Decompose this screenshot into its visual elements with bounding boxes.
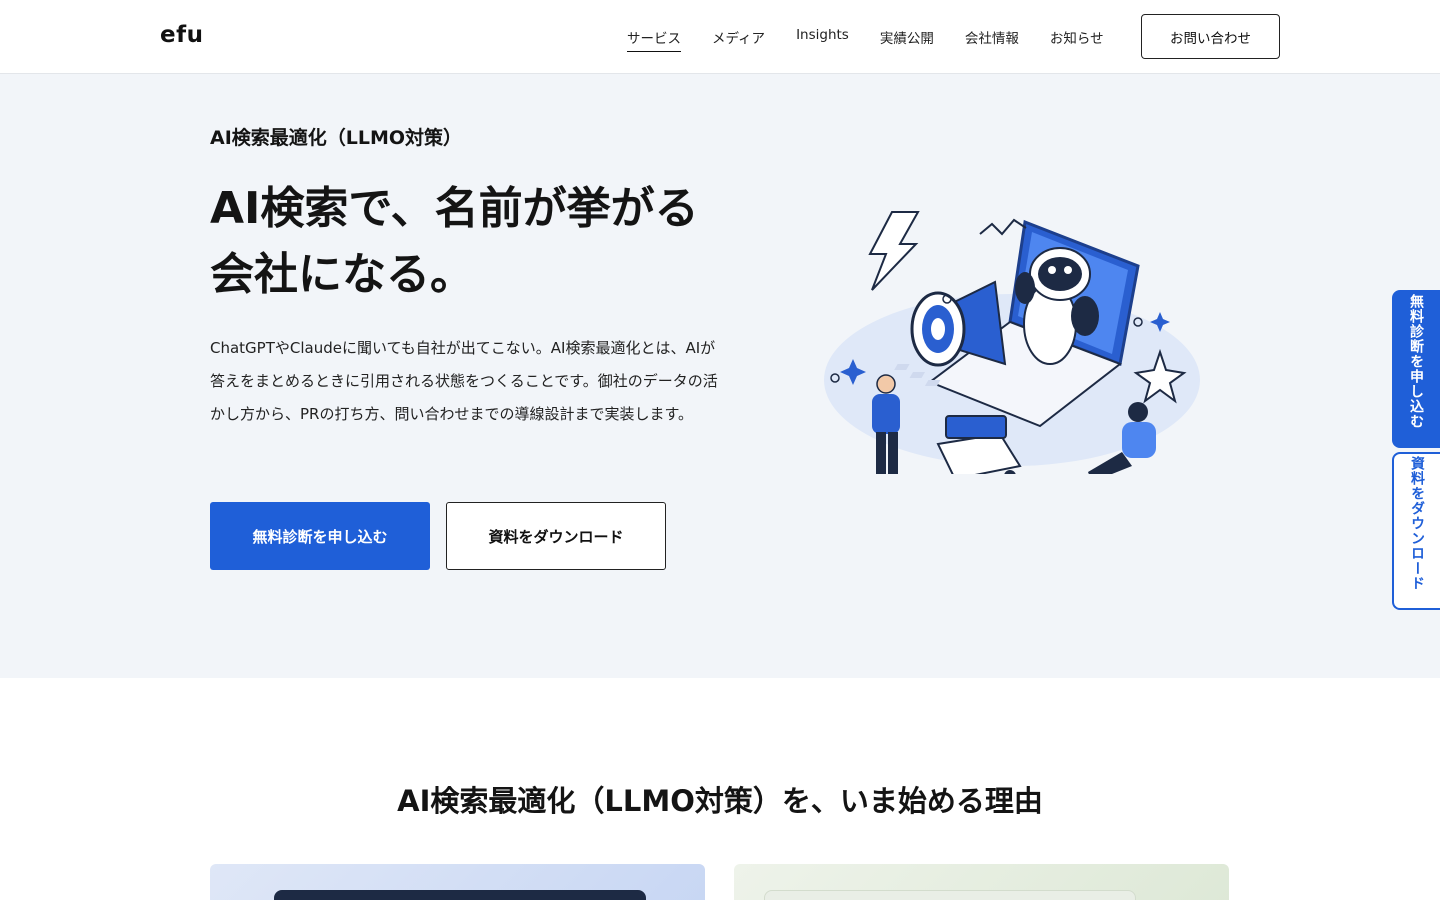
side-tab-free-diagnosis-label: 無料診断を申し込む [1408,294,1424,429]
megaphone-icon [910,280,1007,367]
reason-card-1-image [274,890,646,900]
reason-card-2-image [764,890,1136,900]
hero-headline: AI検索で、名前が挙がる 会社になる。 [210,176,770,308]
nav-item-company[interactable]: 会社情報 [965,27,1019,52]
hero-lead-text: ChatGPTやClaudeに聞いても自社が出てこない。AI検索最適化とは、AI… [210,339,718,423]
reason-card-1 [210,864,705,900]
hero-headline-line1: AI検索で、名前が挙がる [210,183,699,234]
hero-illustration [824,211,1200,474]
nav-item-news[interactable]: お知らせ [1050,27,1104,52]
lightning-icon [868,211,920,291]
side-tab-free-diagnosis[interactable]: 無料診断を申し込む [1392,290,1440,448]
site-header: efu サービス メディア Insights 実績公開 会社情報 お知らせ お問… [0,0,1440,74]
hero-headline-line2: 会社になる。 [210,249,474,300]
contact-button[interactable]: お問い合わせ [1141,14,1280,59]
side-tab-download[interactable]: 資料をダウンロード [1392,452,1440,610]
nav-item-service[interactable]: サービス [627,27,681,52]
nav-item-media[interactable]: メディア [712,27,765,52]
site-logo[interactable]: efu [160,22,203,48]
nav-item-insights[interactable]: Insights [796,27,849,52]
free-diagnosis-button[interactable]: 無料診断を申し込む [210,502,430,570]
side-tab-download-label: 資料をダウンロード [1409,456,1425,591]
nav-item-works[interactable]: 実績公開 [880,27,934,52]
main-nav: サービス メディア Insights 実績公開 会社情報 お知らせ [627,27,1135,52]
hero-section: AI検索最適化（LLMO対策） AI検索で、名前が挙がる 会社になる。 Chat… [0,74,1440,678]
hero-eyebrow: AI検索最適化（LLMO対策） [210,127,463,149]
zigzag-icon [979,218,1027,236]
reasons-section-title: AI検索最適化（LLMO対策）を、いま始める理由 [397,784,1043,818]
download-materials-button[interactable]: 資料をダウンロード [446,502,666,570]
reason-card-2 [734,864,1229,900]
